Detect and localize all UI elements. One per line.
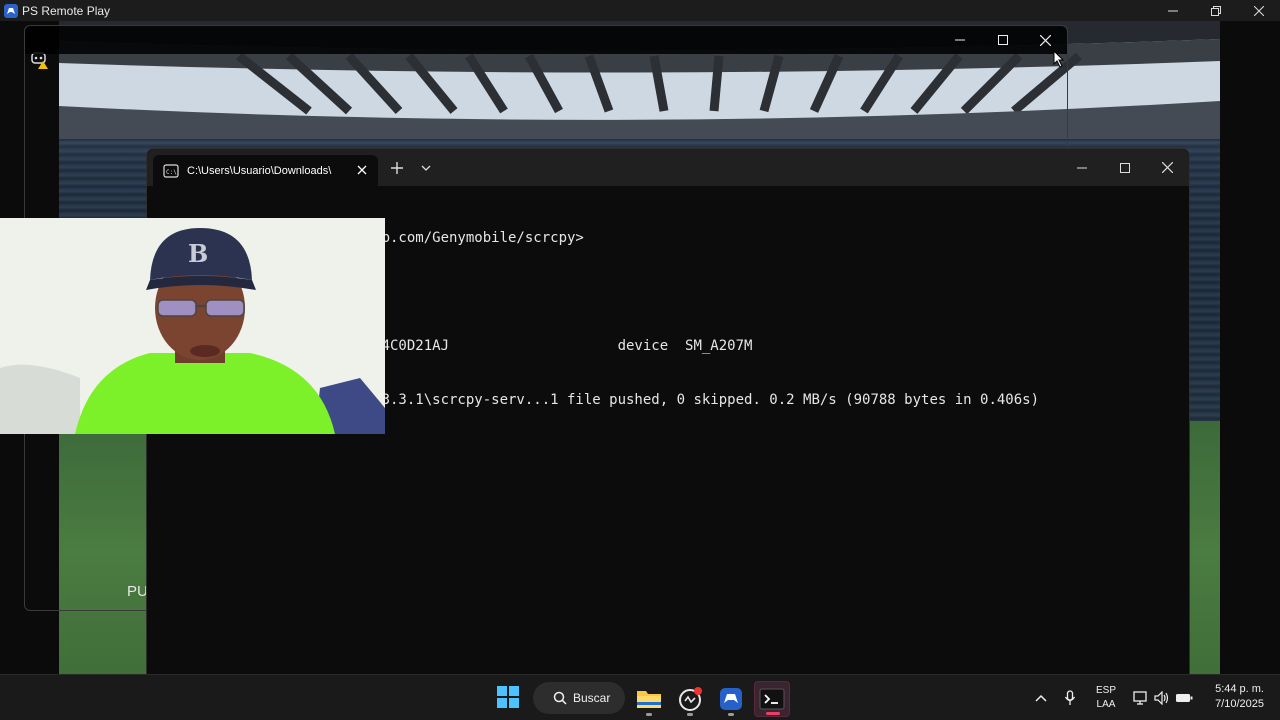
battery-icon (1176, 694, 1193, 702)
search-label: Buscar (573, 691, 611, 705)
app-title: PS Remote Play (22, 3, 111, 18)
network-icon (1133, 691, 1147, 705)
microphone-icon (1064, 690, 1076, 705)
folder-icon (637, 691, 661, 708)
app-maximize-button[interactable] (1194, 0, 1237, 21)
volume-icon (1154, 691, 1169, 705)
svg-text:B: B (188, 239, 208, 268)
minimize-icon (1076, 167, 1087, 168)
taskbar-app-recording[interactable] (672, 681, 708, 717)
webcam-overlay: B (0, 218, 385, 434)
ps-remote-play-icon (720, 688, 742, 710)
restore-icon (1210, 5, 1221, 16)
maximize-icon (997, 35, 1008, 45)
taskbar-search-button[interactable]: Buscar (533, 682, 625, 714)
taskbar-clock[interactable]: 5:44 p. m. 7/10/2025 (1215, 682, 1264, 712)
tray-language[interactable]: ESP LAA (1088, 675, 1124, 720)
search-icon (553, 691, 567, 705)
taskbar-app-ps-remote-play[interactable] (713, 681, 749, 717)
terminal-window-controls (1060, 149, 1189, 186)
terminal-tabbar[interactable]: C:\ C:\Users\Usuario\Downloads\ (147, 149, 1189, 186)
cmd-icon: C:\ (163, 163, 179, 178)
chevron-up-icon (1035, 694, 1047, 702)
taskbar: Buscar ESP LAA 5:44 p. m. 7/10/2025 (0, 674, 1280, 720)
app-minimize-button[interactable] (1151, 0, 1194, 21)
minimize-icon (1167, 10, 1178, 11)
stream-overlay-text: PU (127, 583, 148, 600)
chevron-down-icon[interactable] (421, 164, 431, 172)
webcam-person-image: B (0, 218, 385, 434)
terminal-tab-label: C:\Users\Usuario\Downloads\ (187, 164, 332, 177)
language-code: ESP (1095, 685, 1116, 696)
tab-close-icon[interactable] (354, 162, 370, 178)
svg-text:C:\: C:\ (166, 169, 177, 176)
tray-quick-settings[interactable] (1130, 675, 1196, 720)
terminal-minimize-button[interactable] (1060, 149, 1103, 186)
ps-remote-play-icon (4, 3, 18, 18)
running-indicator (646, 713, 652, 716)
clock-time: 5:44 p. m. (1215, 683, 1264, 695)
app-window-controls (1151, 0, 1280, 21)
clock-date: 7/10/2025 (1215, 698, 1264, 710)
tray-overflow-button[interactable] (1030, 675, 1052, 720)
camera-record-icon (679, 687, 702, 711)
close-icon (1253, 5, 1264, 16)
terminal-icon (759, 688, 785, 710)
maximize-icon (1119, 162, 1130, 173)
keyboard-layout: LAA (1096, 699, 1116, 710)
active-indicator (766, 712, 780, 715)
scrcpy-titlebar[interactable] (25, 26, 1067, 54)
taskbar-app-terminal[interactable] (754, 681, 790, 717)
scrcpy-window-controls (938, 26, 1067, 54)
minimize-icon (954, 39, 965, 41)
close-icon (1040, 34, 1051, 46)
close-icon (1162, 162, 1173, 173)
running-indicator (728, 713, 734, 716)
taskbar-app-file-explorer[interactable] (631, 681, 667, 717)
running-indicator (687, 713, 693, 716)
scrcpy-maximize-button[interactable] (981, 26, 1024, 54)
windows-start-icon[interactable] (496, 685, 520, 709)
app-titlebar: PS Remote Play (0, 0, 1280, 21)
new-tab-icon[interactable] (390, 161, 404, 175)
tray-microphone[interactable] (1060, 675, 1080, 720)
scrcpy-minimize-button[interactable] (938, 26, 981, 54)
mouse-cursor-icon (1053, 50, 1065, 68)
terminal-tab[interactable]: C:\ C:\Users\Usuario\Downloads\ (153, 155, 378, 186)
desktop-screen: PS Remote Play PU C:\ C:\Users\Usuario\D… (0, 0, 1280, 720)
terminal-close-button[interactable] (1146, 149, 1189, 186)
app-close-button[interactable] (1237, 0, 1280, 21)
terminal-maximize-button[interactable] (1103, 149, 1146, 186)
